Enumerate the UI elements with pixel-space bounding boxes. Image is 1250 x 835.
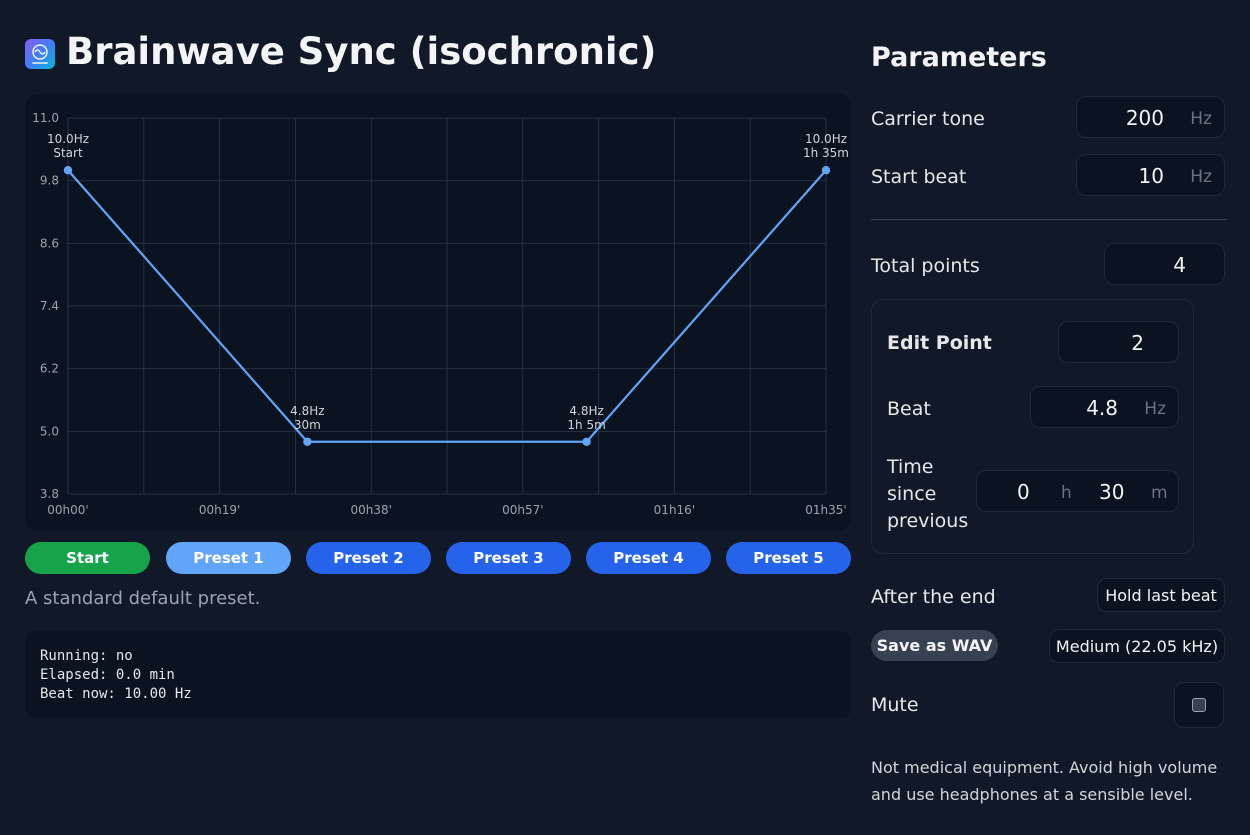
beat-unit: Hz — [1144, 399, 1166, 419]
data-point — [303, 437, 312, 446]
point-label-hz: 4.8Hz — [569, 404, 603, 418]
divider — [871, 219, 1227, 220]
x-tick-label: 01h35' — [805, 503, 846, 517]
data-point — [63, 166, 73, 175]
parameters-title: Parameters — [871, 42, 1047, 73]
point-label-time: 1h 35m — [803, 146, 849, 160]
mute-checkbox[interactable] — [1192, 698, 1206, 712]
after-end-select[interactable]: Hold last beat — [1097, 578, 1225, 612]
time-since-previous-field: 0 h 30 m — [976, 470, 1179, 512]
y-tick-label: 3.8 — [40, 487, 59, 501]
status-elapsed: Elapsed: 0.0 min — [40, 667, 175, 683]
preset-1-button[interactable]: Preset 1 — [166, 542, 291, 574]
beat-field[interactable]: 4.8 Hz — [1030, 386, 1179, 428]
beat-label: Beat — [887, 398, 931, 420]
status-panel: Running: no Elapsed: 0.0 min Beat now: 1… — [25, 631, 851, 718]
preset-description: A standard default preset. — [25, 588, 261, 609]
y-tick-label: 11.0 — [32, 111, 59, 125]
start-beat-value: 10 — [1138, 164, 1164, 188]
data-point — [582, 437, 591, 446]
minutes-unit: m — [1151, 483, 1168, 503]
point-label-hz: 10.0Hz — [805, 132, 847, 146]
beat-chart: 3.8 5.0 6.2 7.4 8.6 9.8 11.0 00h00' 00h19' 00h38'… — [25, 94, 851, 531]
total-points-label: Total points — [871, 255, 980, 277]
edit-point-index-field[interactable]: 2 — [1058, 321, 1179, 363]
carrier-tone-field[interactable]: 200 Hz — [1076, 96, 1225, 138]
hours-unit: h — [1061, 483, 1072, 503]
carrier-tone-value: 200 — [1125, 106, 1164, 130]
preset-5-button[interactable]: Preset 5 — [726, 542, 851, 574]
start-beat-unit: Hz — [1190, 167, 1212, 187]
point-label-time: Start — [53, 146, 83, 160]
page-title: Brainwave Sync (isochronic) — [66, 30, 657, 73]
x-tick-label: 00h57' — [502, 503, 543, 517]
hours-value[interactable]: 0 — [1017, 480, 1030, 504]
y-tick-label: 6.2 — [40, 362, 59, 376]
y-tick-label: 7.4 — [40, 299, 59, 313]
preset-4-button[interactable]: Preset 4 — [586, 542, 711, 574]
time-label-line2: since — [887, 483, 937, 505]
total-points-value: 4 — [1173, 253, 1186, 277]
carrier-tone-label: Carrier tone — [871, 108, 985, 130]
start-beat-field[interactable]: 10 Hz — [1076, 154, 1225, 196]
preset-2-button[interactable]: Preset 2 — [306, 542, 431, 574]
minutes-value[interactable]: 30 — [1099, 480, 1124, 504]
quality-select[interactable]: Medium (22.05 kHz) — [1049, 629, 1225, 663]
brain-wave-app-icon — [25, 39, 55, 69]
x-tick-label: 00h19' — [199, 503, 240, 517]
edit-point-index-value: 2 — [1131, 331, 1144, 355]
x-tick-label: 00h38' — [350, 503, 391, 517]
point-label-time: 30m — [294, 418, 321, 432]
time-label-line1: Time — [887, 456, 934, 478]
total-points-field[interactable]: 4 — [1104, 243, 1225, 285]
y-tick-label: 8.6 — [40, 236, 59, 250]
save-wav-button[interactable]: Save as WAV — [871, 630, 998, 661]
beat-value: 4.8 — [1086, 396, 1118, 420]
after-end-label: After the end — [871, 586, 996, 608]
disclaimer-text: Not medical equipment. Avoid high volume… — [871, 758, 1218, 804]
mute-toggle[interactable] — [1174, 682, 1224, 728]
point-label-hz: 10.0Hz — [47, 132, 89, 146]
status-beat-now: Beat now: 10.00 Hz — [40, 686, 192, 702]
start-beat-label: Start beat — [871, 166, 967, 188]
point-label-time: 1h 5m — [567, 418, 605, 432]
y-tick-label: 9.8 — [40, 174, 59, 188]
mute-label: Mute — [871, 694, 919, 716]
data-point — [821, 166, 831, 175]
x-tick-label: 01h16' — [654, 503, 695, 517]
x-tick-label: 00h00' — [47, 503, 88, 517]
point-label-hz: 4.8Hz — [290, 404, 324, 418]
y-tick-label: 5.0 — [40, 424, 59, 438]
status-running: Running: no — [40, 648, 133, 664]
start-button[interactable]: Start — [25, 542, 150, 574]
edit-point-title: Edit Point — [887, 332, 992, 354]
beat-chart-svg: 3.8 5.0 6.2 7.4 8.6 9.8 11.0 00h00' 00h19' 00h38'… — [32, 111, 849, 517]
preset-3-button[interactable]: Preset 3 — [446, 542, 571, 574]
carrier-tone-unit: Hz — [1190, 109, 1212, 129]
time-label-line3: previous — [887, 510, 969, 532]
